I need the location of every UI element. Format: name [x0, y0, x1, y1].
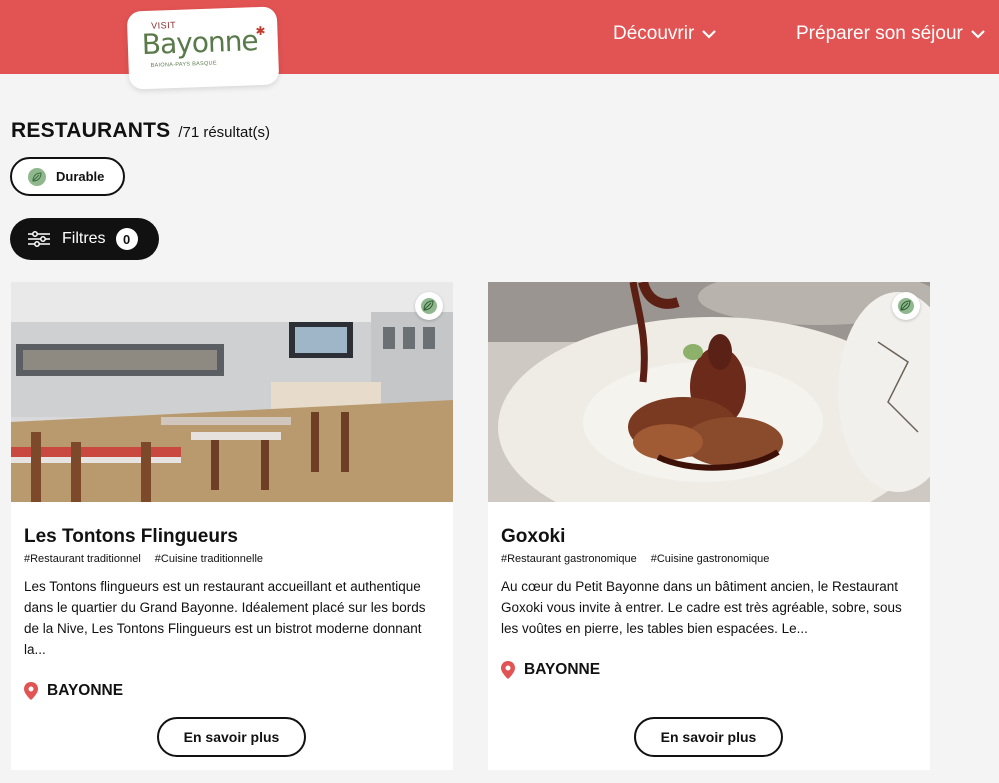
card-title[interactable]: Goxoki [501, 526, 565, 548]
eco-leaf-badge-icon [415, 292, 443, 320]
result-count: /71 résultat(s) [178, 124, 271, 141]
logo-star-icon: ✱ [255, 23, 266, 39]
logo-tagline-text: BAIONA-PAYS BASQUE [150, 60, 217, 69]
nav-decouvrir-label: Découvrir [613, 23, 695, 44]
card-tag[interactable]: #Restaurant gastronomique [501, 553, 637, 565]
card-title[interactable]: Les Tontons Flingueurs [24, 526, 238, 548]
card-tag[interactable]: #Cuisine gastronomique [651, 553, 770, 565]
results-heading: RESTAURANTS /71 résultat(s) [11, 119, 270, 143]
chevron-down-icon [971, 29, 985, 39]
site-header: VISIT Bayonne ✱ BAIONA-PAYS BASQUE Décou… [0, 0, 999, 90]
restaurant-photo[interactable] [488, 282, 930, 502]
leaf-icon [28, 167, 46, 186]
card-tags: #Restaurant gastronomique #Cuisine gastr… [501, 553, 769, 565]
card-tag[interactable]: #Restaurant traditionnel [24, 553, 141, 565]
nav-preparer-label: Préparer son séjour [796, 23, 963, 44]
durable-chip-label: Durable [56, 169, 105, 184]
durable-filter-chip[interactable]: Durable [10, 157, 125, 196]
card-location: BAYONNE [501, 661, 600, 679]
chevron-down-icon [702, 29, 717, 39]
page-title: RESTAURANTS [11, 119, 171, 142]
restaurant-photo[interactable] [11, 282, 453, 502]
card-location-label: BAYONNE [524, 661, 601, 678]
card-location-label: BAYONNE [47, 682, 124, 699]
logo-name-text: Bayonne [141, 24, 259, 62]
visit-bayonne-logo[interactable]: VISIT Bayonne ✱ BAIONA-PAYS BASQUE [126, 6, 280, 90]
filters-count-badge: 0 [115, 228, 138, 250]
sliders-icon [28, 231, 50, 247]
restaurant-card[interactable]: Goxoki #Restaurant gastronomique #Cuisin… [488, 282, 930, 770]
card-description: Au cœur du Petit Bayonne dans un bâtimen… [501, 579, 902, 636]
filters-button[interactable]: Filtres 0 [10, 218, 159, 260]
nav-preparer-sejour[interactable]: Préparer son séjour [796, 23, 985, 45]
learn-more-button[interactable]: En savoir plus [157, 717, 306, 757]
learn-more-button[interactable]: En savoir plus [634, 717, 783, 757]
nav-decouvrir[interactable]: Découvrir [613, 23, 717, 45]
filters-label: Filtres [62, 230, 106, 247]
map-pin-icon [24, 682, 38, 700]
card-location: BAYONNE [24, 682, 123, 700]
card-tag[interactable]: #Cuisine traditionnelle [155, 553, 263, 565]
restaurant-card[interactable]: Les Tontons Flingueurs #Restaurant tradi… [11, 282, 453, 770]
map-pin-icon [501, 661, 515, 679]
eco-leaf-badge-icon [892, 292, 920, 320]
card-description: Les Tontons flingueurs est un restaurant… [24, 579, 426, 657]
card-tags: #Restaurant traditionnel #Cuisine tradit… [24, 553, 263, 565]
